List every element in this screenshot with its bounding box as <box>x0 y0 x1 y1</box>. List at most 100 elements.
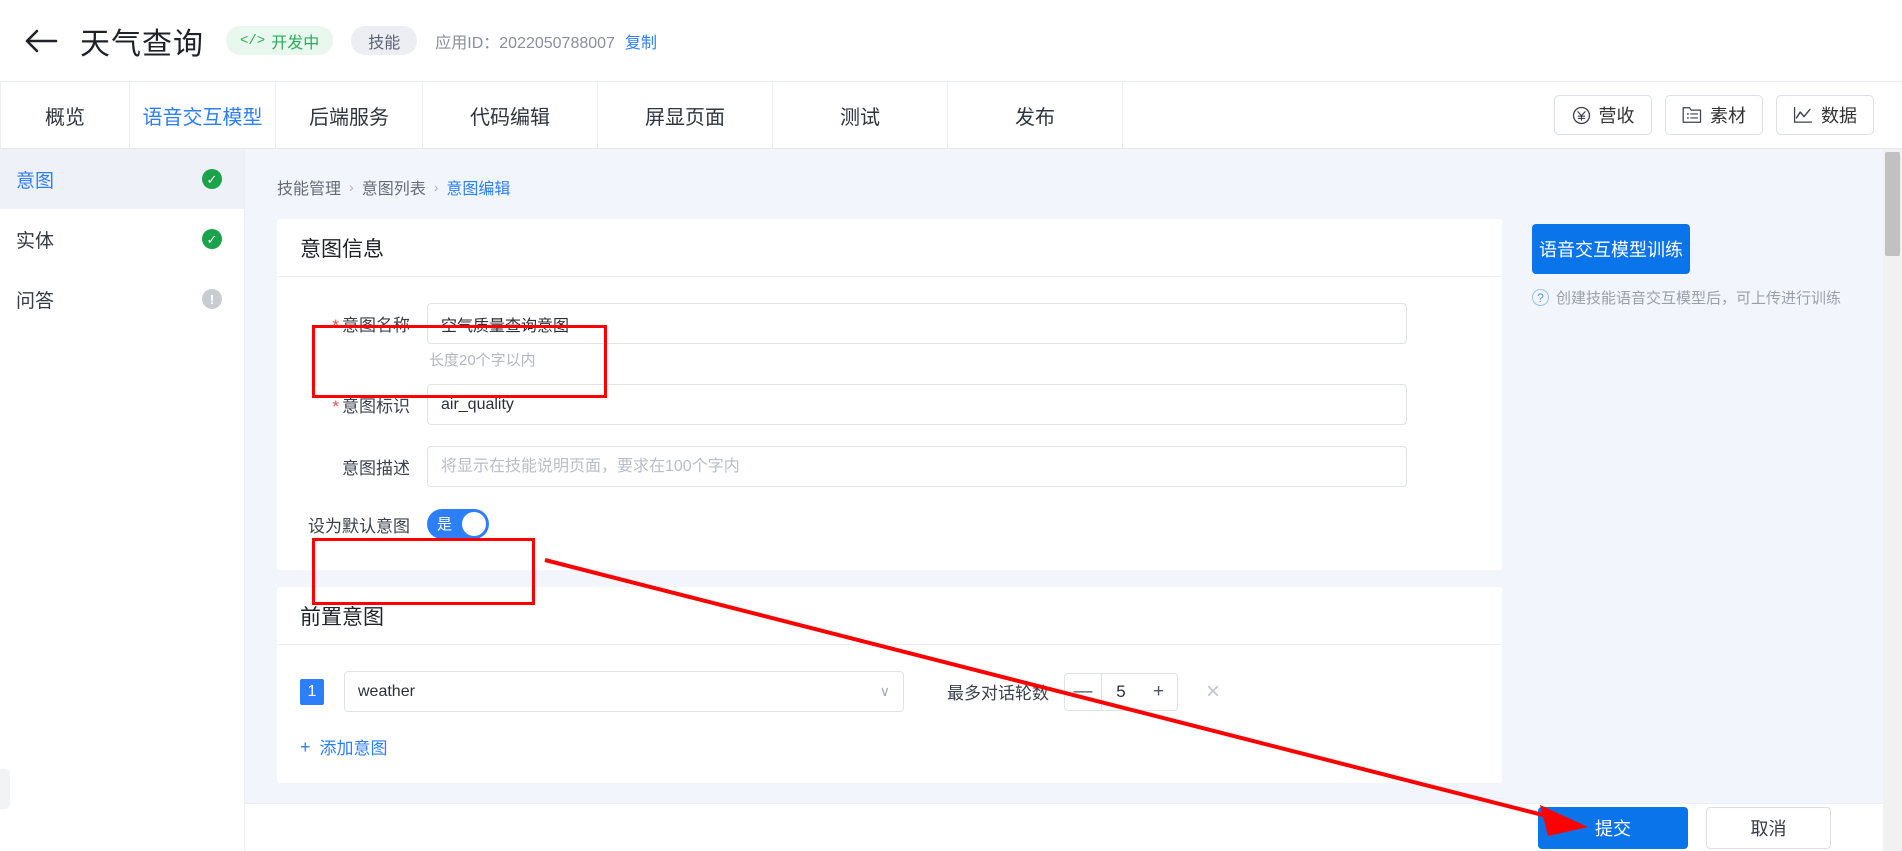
max-turns-increment-button[interactable]: + <box>1140 672 1178 711</box>
yen-circle-icon <box>1572 106 1591 125</box>
nav-tab-list: 概览 语音交互模型 后端服务 代码编辑 屏显页面 测试 发布 <box>0 82 1123 148</box>
content-columns: 意图信息 *意图名称 长度20个字以内 *意图标识 <box>245 199 1883 800</box>
intent-name-row: * 意图名称 <box>277 303 1502 344</box>
copy-app-id-link[interactable]: 复制 <box>625 29 657 53</box>
left-sidebar: 意图 ✓ 实体 ✓ 问答! <box>0 149 245 851</box>
intent-info-card-body: *意图名称 长度20个字以内 *意图标识 意图描述 <box>277 277 1502 570</box>
breadcrumb-item-2[interactable]: 意图编辑 <box>446 175 510 199</box>
max-turns-stepper: —5 + <box>1064 672 1178 711</box>
breadcrumb-separator-icon: › <box>349 179 354 195</box>
type-badge: 技能 <box>351 26 418 55</box>
material-list-icon <box>1682 106 1702 124</box>
revenue-button-label: 营收 <box>1598 106 1635 126</box>
page-title: 天气查询 <box>80 27 204 61</box>
intent-info-card-title: 意图信息 <box>277 219 1502 277</box>
nav-tab-5[interactable]: 测试 <box>773 82 948 148</box>
breadcrumb: 技能管理 › 意图列表 › 意图编辑 <box>245 149 1883 199</box>
page-header: 天气查询 </> 开发中 技能 应用ID：2022050788007 复制 <box>0 0 1902 81</box>
train-hint: ? 创建技能语音交互模型后，可上传进行训练 <box>1532 287 1841 308</box>
default-intent-label: 设为默认意图 <box>308 516 410 536</box>
required-asterisk: * <box>332 316 339 335</box>
check-circle-icon: ✓ <box>202 169 222 189</box>
nav-tab-label: 测试 <box>840 106 880 129</box>
nav-tab-label: 屏显页面 <box>645 106 725 129</box>
vertical-scrollbar-thumb[interactable] <box>1885 152 1900 256</box>
intent-identifier-input[interactable] <box>427 384 1407 425</box>
max-turns-value[interactable]: 5 <box>1102 672 1140 711</box>
intent-description-row: 意图描述 <box>277 446 1502 487</box>
application-window: 天气查询 </> 开发中 技能 应用ID：2022050788007 复制 概览… <box>0 0 1902 851</box>
nav-tab-6[interactable]: 发布 <box>948 82 1123 148</box>
right-panel: 语音交互模型训练 ? 创建技能语音交互模型后，可上传进行训练 <box>1532 219 1841 308</box>
plus-icon: + <box>300 736 311 757</box>
chart-line-icon <box>1793 106 1813 124</box>
intent-name-label: * 意图名称 <box>332 316 410 335</box>
train-hint-text: 创建技能语音交互模型后，可上传进行训练 <box>1556 290 1842 307</box>
add-intent-label: 添加意图 <box>319 739 388 758</box>
default-intent-toggle[interactable]: 是 <box>427 509 489 539</box>
code-icon: </> <box>240 32 266 49</box>
form-footer-bar: 提交 取消 <box>245 803 1883 851</box>
pre-intent-card-body: 1 weather ∨ 最多对话轮数 —5 + × + 添加意图 <box>277 645 1502 783</box>
nav-tab-3[interactable]: 代码编辑 <box>423 82 598 148</box>
pre-intent-index-badge: 1 <box>300 678 324 705</box>
pre-intent-card: 前置意图 1 weather ∨ 最多对话轮数 —5 + × + 添加意图 <box>277 587 1502 783</box>
pre-intent-select-value: weather <box>358 682 415 700</box>
revenue-button[interactable]: 营收 <box>1554 95 1652 135</box>
sidebar-item-0[interactable]: 意图 ✓ <box>0 149 244 209</box>
breadcrumb-item-1[interactable]: 意图列表 <box>362 175 426 199</box>
close-icon[interactable]: × <box>1200 679 1226 705</box>
intent-identifier-label: * 意图标识 <box>332 397 410 416</box>
main-content: 技能管理 › 意图列表 › 意图编辑 意图信息 *意图名称 长度20个字以内 <box>245 149 1883 851</box>
nav-tab-label: 发布 <box>1015 106 1055 129</box>
app-id-text: 应用ID：2022050788007 <box>435 34 615 52</box>
intent-description-input[interactable] <box>427 446 1407 487</box>
train-model-button[interactable]: 语音交互模型训练 <box>1532 224 1690 274</box>
exclamation-circle-icon: ! <box>202 289 222 309</box>
sidebar-item-label: 问答 <box>16 290 55 312</box>
status-badge-dev: </> 开发中 <box>226 26 334 55</box>
pre-intent-row-list: 1 weather ∨ 最多对话轮数 —5 + × <box>277 671 1502 712</box>
material-button-label: 素材 <box>1710 106 1746 126</box>
data-button[interactable]: 数据 <box>1776 95 1874 135</box>
nav-tab-label: 概览 <box>45 106 85 129</box>
intent-description-label: 意图描述 <box>342 459 410 478</box>
sidebar-item-1[interactable]: 实体 ✓ <box>0 209 244 269</box>
sidebar-item-label: 意图 <box>16 170 55 192</box>
data-button-label: 数据 <box>1821 106 1857 126</box>
nav-tab-0[interactable]: 概览 <box>0 82 130 148</box>
intent-name-hint: 长度20个字以内 <box>429 352 536 369</box>
default-intent-toggle-label: 是 <box>437 515 453 533</box>
sidebar-item-label: 实体 <box>16 230 55 252</box>
status-badge-label: 开发中 <box>271 34 320 52</box>
chevron-down-icon: ∨ <box>879 683 890 699</box>
add-intent-link[interactable]: + 添加意图 <box>300 734 1502 759</box>
max-turns-decrement-button[interactable]: — <box>1064 672 1102 711</box>
nav-tab-label: 后端服务 <box>309 106 389 129</box>
nav-tab-1[interactable]: 语音交互模型 <box>130 82 276 148</box>
max-turns-label: 最多对话轮数 <box>947 684 1049 703</box>
sidebar-collapse-handle[interactable] <box>0 769 10 809</box>
breadcrumb-separator-icon: › <box>433 179 439 195</box>
sidebar-item-list: 意图 ✓ 实体 ✓ 问答! <box>0 149 244 329</box>
nav-tab-label: 代码编辑 <box>470 106 550 129</box>
back-arrow-icon[interactable] <box>18 18 64 64</box>
main-navigation: 概览 语音交互模型 后端服务 代码编辑 屏显页面 测试 发布 营收 素材 数据 <box>0 81 1902 149</box>
default-intent-row: 设为默认意图 是 <box>277 509 1502 539</box>
nav-tab-4[interactable]: 屏显页面 <box>598 82 773 148</box>
nav-action-buttons: 营收 素材 数据 <box>1554 82 1902 148</box>
intent-name-input[interactable] <box>427 303 1407 344</box>
pre-intent-row: 1 weather ∨ 最多对话轮数 —5 + × <box>277 671 1502 712</box>
question-circle-icon: ? <box>1532 289 1549 306</box>
nav-tab-2[interactable]: 后端服务 <box>276 82 423 148</box>
cancel-button[interactable]: 取消 <box>1706 806 1831 849</box>
submit-button[interactable]: 提交 <box>1538 806 1688 849</box>
sidebar-item-2[interactable]: 问答! <box>0 269 244 329</box>
breadcrumb-item-0[interactable]: 技能管理 <box>277 175 341 199</box>
material-button[interactable]: 素材 <box>1665 95 1763 135</box>
pre-intent-card-title: 前置意图 <box>277 587 1502 645</box>
intent-info-card: 意图信息 *意图名称 长度20个字以内 *意图标识 <box>277 219 1502 570</box>
nav-tab-label: 语音交互模型 <box>142 106 263 129</box>
pre-intent-select[interactable]: weather ∨ <box>344 671 904 712</box>
form-column: 意图信息 *意图名称 长度20个字以内 *意图标识 <box>277 219 1502 800</box>
